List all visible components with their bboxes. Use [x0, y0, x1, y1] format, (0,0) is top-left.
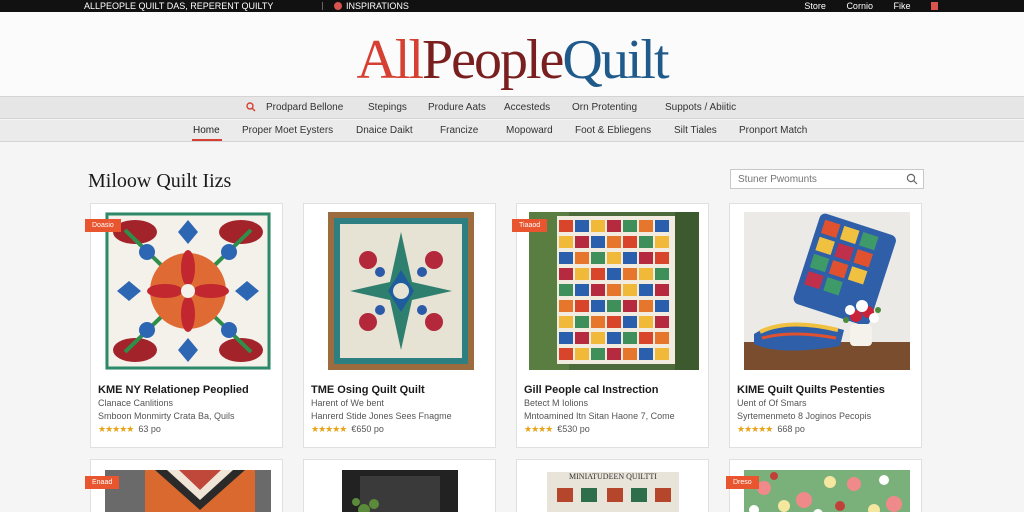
- product-card[interactable]: MINIATUDEEN QUILTTI: [516, 459, 709, 512]
- tab-proper-moet[interactable]: Proper Moet Eysters: [242, 125, 333, 136]
- topbar-inspirations[interactable]: INSPIRATIONS: [334, 0, 409, 12]
- product-title[interactable]: KME NY Relationep Peoplied: [98, 384, 249, 396]
- product-card[interactable]: KIME Quilt Quilts Pestenties Uent of Of …: [729, 203, 922, 448]
- site-logo[interactable]: AllPeopleQuilt: [0, 30, 1024, 90]
- product-subtitle: Betect M Iolions: [524, 398, 589, 408]
- topbar-links: Store Cornio Fike: [786, 0, 938, 12]
- tab-foot-ebliegens[interactable]: Foot & Ebliegens: [575, 125, 651, 136]
- product-rating: ★★★★★ 668 po: [737, 424, 805, 435]
- rating-value: €650 po: [351, 424, 384, 434]
- nav-item-stepings[interactable]: Stepings: [368, 102, 407, 113]
- quilt-image-miniature[interactable]: MINIATUDEEN QUILTTI: [547, 472, 679, 512]
- tab-mopoward[interactable]: Mopoward: [506, 125, 553, 136]
- page-title: Miloow Quilt Iizs: [88, 170, 232, 192]
- star-rating-icon: ★★★★★: [98, 424, 134, 434]
- quilt-image-heart-medallion[interactable]: [105, 212, 271, 370]
- product-subtitle: Clanace Canlitions: [98, 398, 174, 408]
- star-rating-icon: ★★★★: [524, 424, 553, 434]
- flag-icon[interactable]: [931, 2, 938, 10]
- pin-icon: [334, 2, 342, 10]
- product-description: Smboon Monmirty Crata Ba, Quils: [98, 411, 235, 421]
- nav-item-protenting[interactable]: Orn Protenting: [572, 102, 637, 113]
- rating-value: 63 po: [138, 424, 161, 434]
- topbar-link-store[interactable]: Store: [804, 1, 826, 11]
- product-description: Hanrerd Stide Jones Sees Fnagme: [311, 411, 452, 421]
- topbar-divider: [322, 2, 323, 10]
- nav-item-suppots[interactable]: Suppots / Abiitic: [665, 102, 736, 113]
- tab-silt-tiales[interactable]: Silt Tiales: [674, 125, 717, 136]
- product-rating: ★★★★★ 63 po: [98, 424, 161, 435]
- star-rating-icon: ★★★★★: [737, 424, 773, 434]
- product-description: Syrtemenmeto 8 Joginos Pecopis: [737, 411, 872, 421]
- product-rating: ★★★★ €530 po: [524, 424, 590, 435]
- product-card[interactable]: Gill People cal Instrection Betect M Iol…: [516, 203, 709, 448]
- product-badge: Enaad: [85, 476, 120, 489]
- quilt-image-hanging[interactable]: [342, 470, 458, 512]
- active-tab-indicator: [192, 139, 222, 141]
- product-badge: Tiaaod: [512, 219, 548, 232]
- quilt-image-chevron[interactable]: [105, 470, 271, 512]
- product-title[interactable]: TME Osing Quilt Quilt: [311, 384, 425, 396]
- product-subtitle: Harent of We bent: [311, 398, 384, 408]
- header: AllPeopleQuilt: [0, 12, 1024, 96]
- product-title[interactable]: Gill People cal Instrection: [524, 384, 658, 396]
- product-badge: Doasio: [85, 219, 121, 232]
- product-badge: Dreso: [726, 476, 759, 489]
- rating-value: 668 po: [777, 424, 805, 434]
- nav-item-produre[interactable]: Produre Aats: [428, 102, 486, 113]
- quilt-image-star-medallion[interactable]: [328, 212, 474, 370]
- tab-francize[interactable]: Francize: [440, 125, 478, 136]
- rating-value: €530 po: [557, 424, 590, 434]
- product-title[interactable]: KIME Quilt Quilts Pestenties: [737, 384, 885, 396]
- topbar-link-fike[interactable]: Fike: [893, 1, 910, 11]
- secondary-nav: Home Proper Moet Eysters Dnaice Daikt Fr…: [0, 120, 1024, 142]
- top-utility-bar: ALLPEOPLE QUILT DAS, REPERENT QUILTY INS…: [0, 0, 1024, 12]
- topbar-link-cornio[interactable]: Cornio: [846, 1, 873, 11]
- product-subtitle: Uent of Of Smars: [737, 398, 807, 408]
- tab-home[interactable]: Home: [193, 125, 220, 136]
- quilt-image-patchwork[interactable]: [529, 212, 699, 370]
- quilt-image-floral[interactable]: [744, 470, 910, 512]
- product-card[interactable]: KME NY Relationep Peoplied Clanace Canli…: [90, 203, 283, 448]
- search-icon[interactable]: [246, 102, 256, 112]
- topbar-tagline: ALLPEOPLE QUILT DAS, REPERENT QUILTY: [84, 1, 274, 11]
- search-input[interactable]: [731, 170, 901, 188]
- tab-dnaice[interactable]: Dnaice Daikt: [356, 125, 413, 136]
- primary-nav: Prodpard Bellone Stepings Produre Aats A…: [0, 96, 1024, 119]
- product-description: Mntoamined Itn Sitan Haone 7, Come: [524, 411, 675, 421]
- product-rating: ★★★★★ €650 po: [311, 424, 384, 435]
- quilt-image-draped-throw[interactable]: [744, 212, 910, 370]
- search-icon[interactable]: [906, 173, 918, 185]
- product-card[interactable]: TME Osing Quilt Quilt Harent of We bent …: [303, 203, 496, 448]
- nav-item-search[interactable]: Prodpard Bellone: [266, 102, 343, 113]
- star-rating-icon: ★★★★★: [311, 424, 347, 434]
- product-search: [730, 169, 924, 189]
- nav-item-accesteds[interactable]: Accesteds: [504, 102, 550, 113]
- tab-pronport[interactable]: Pronport Match: [739, 125, 807, 136]
- product-card[interactable]: [303, 459, 496, 512]
